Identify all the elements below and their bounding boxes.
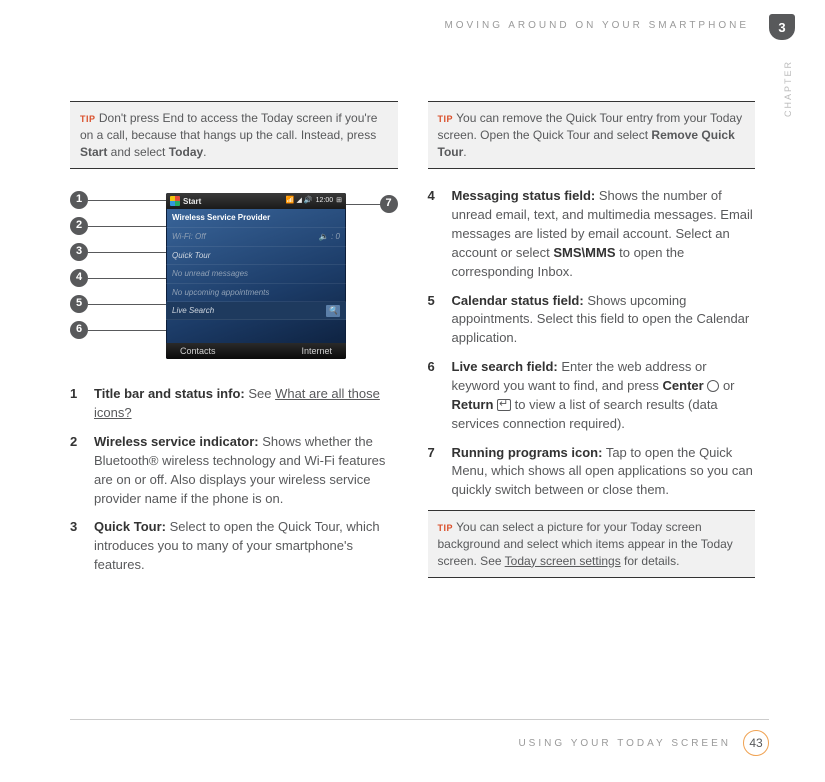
tip-text: . [463,145,466,159]
list-item-7: 7 Running programs icon: Tap to open the… [428,444,756,501]
appointments-row: No upcoming appointments [166,284,346,303]
tip-bold-today: Today [169,145,203,159]
list-item-6: 6 Live search field: Enter the web addre… [428,358,756,433]
status-icons: 📶 ◢ 🔊 12:00 ⊞ [286,196,342,206]
item-title: Live search field: [452,359,558,374]
return-key-icon [497,399,511,411]
right-column: TIP You can remove the Quick Tour entry … [428,101,756,596]
item-number: 3 [70,518,84,575]
provider-row: Wireless Service Provider [166,209,346,228]
item-body: or [719,378,734,393]
wifi-row: Wi-Fi: Off🔈 : 0 [166,228,346,247]
tip-text: for details. [621,554,680,568]
callout-2: 2 [70,217,88,235]
list-item-2: 2 Wireless service indicator: Shows whet… [70,433,398,508]
list-item-4: 4 Messaging status field: Shows the numb… [428,187,756,281]
item-title: Calendar status field: [452,293,584,308]
list-item-5: 5 Calendar status field: Shows upcoming … [428,292,756,349]
item-number: 1 [70,385,84,423]
softkey-left: Contacts [180,345,216,358]
item-title: Title bar and status info: [94,386,245,401]
callout-3: 3 [70,243,88,261]
tip-label: TIP [438,114,454,124]
tip-text: . [203,145,206,159]
list-item-3: 3 Quick Tour: Select to open the Quick T… [70,518,398,575]
tip-text: Don't press End to access the Today scre… [80,111,377,142]
tip-box-3: TIP You can select a picture for your To… [428,510,756,578]
quick-tour-row: Quick Tour [166,247,346,266]
footer-section-title: USING YOUR TODAY SCREEN [518,738,731,749]
callout-1: 1 [70,191,88,209]
item-title: Quick Tour: [94,519,166,534]
item-title: Wireless service indicator: [94,434,259,449]
tip-text: and select [107,145,168,159]
chapter-number-badge: 3 [769,14,795,40]
item-number: 6 [428,358,442,433]
center-key-label: Center [663,378,704,393]
callout-4: 4 [70,269,88,287]
live-search-row: Live Search 🔍 [166,302,346,320]
item-number: 2 [70,433,84,508]
left-column: TIP Don't press End to access the Today … [70,101,398,596]
tip-label: TIP [438,523,454,533]
sms-mms-label: SMS\MMS [553,245,615,260]
item-number: 7 [428,444,442,501]
tip-box-1: TIP Don't press End to access the Today … [70,101,398,169]
return-key-label: Return [452,397,494,412]
windows-flag-icon [170,196,180,206]
page-footer: USING YOUR TODAY SCREEN 43 [70,719,769,756]
messages-row: No unread messages [166,265,346,284]
callout-6: 6 [70,321,88,339]
page-number: 43 [743,730,769,756]
item-number: 5 [428,292,442,349]
item-number: 4 [428,187,442,281]
link-today-settings[interactable]: Today screen settings [505,554,621,568]
tip-label: TIP [80,114,96,124]
tip-bold-start: Start [80,145,107,159]
callout-5: 5 [70,295,88,313]
search-go-icon: 🔍 [326,305,340,317]
callout-7: 7 [380,195,398,213]
today-screen-screenshot: Start 📶 ◢ 🔊 12:00 ⊞ Wireless Service Pro… [166,193,346,359]
item-body: See [245,386,275,401]
list-item-1: 1 Title bar and status info: See What ar… [70,385,398,423]
running-header: MOVING AROUND ON YOUR SMARTPHONE [70,20,755,31]
softkey-right: Internet [301,345,332,358]
today-screen-figure: 1 2 3 4 5 6 7 [70,187,398,367]
chapter-side-label: CHAPTER [783,60,793,117]
item-title: Messaging status field: [452,188,596,203]
start-menu: Start [170,196,201,208]
item-title: Running programs icon: [452,445,603,460]
tip-box-2: TIP You can remove the Quick Tour entry … [428,101,756,169]
center-key-icon [707,380,719,392]
